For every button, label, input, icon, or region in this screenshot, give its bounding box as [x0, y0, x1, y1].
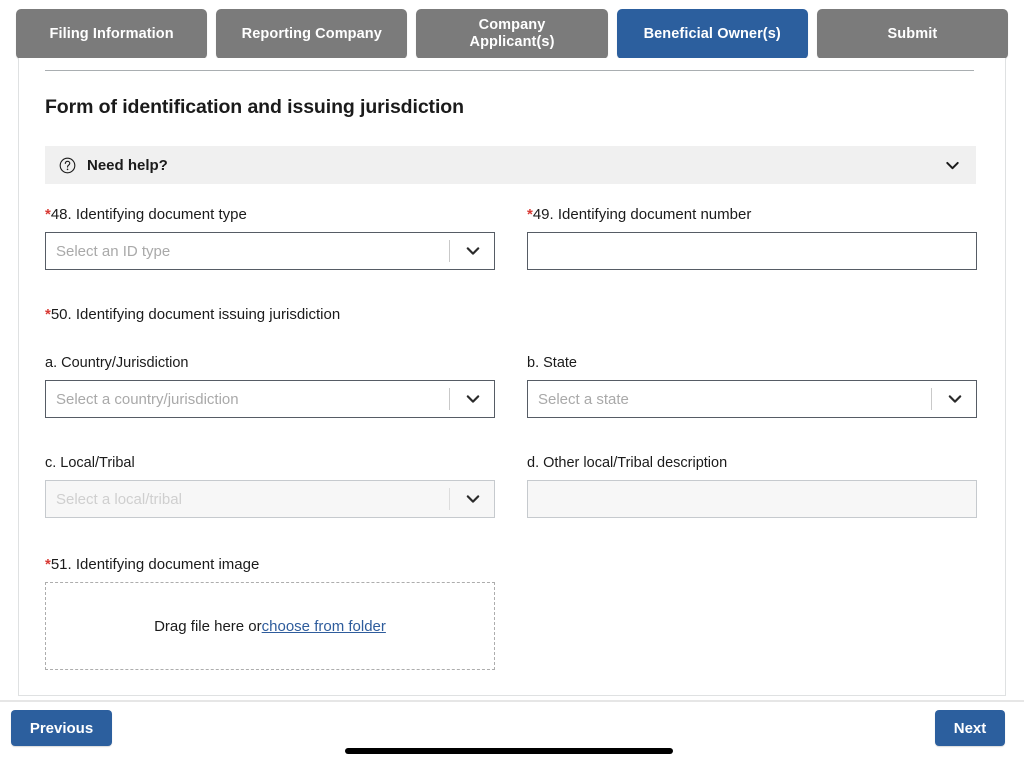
chevron-down-icon [463, 241, 483, 261]
select-state[interactable]: Select a state [527, 380, 977, 418]
tab-company-applicants[interactable]: Company Applicant(s) [416, 9, 608, 59]
chevron-down-icon [463, 389, 483, 409]
select-separator [931, 388, 932, 410]
label-text: 48. Identifying document type [50, 206, 247, 223]
file-dropzone[interactable]: Drag file here or choose from folder [45, 582, 495, 670]
chevron-down-icon [945, 389, 965, 409]
select-placeholder: Select a local/tribal [56, 490, 182, 508]
label-local-tribal: c. Local/Tribal [45, 455, 135, 471]
select-placeholder: Select an ID type [56, 242, 171, 260]
chevron-down-icon[interactable] [943, 156, 962, 175]
field-identifying-document-number: *49. Identifying document number [527, 206, 977, 270]
select-placeholder: Select a country/jurisdiction [56, 390, 239, 408]
label-identifying-document-number: *49. Identifying document number [527, 206, 977, 223]
home-indicator [345, 748, 673, 754]
previous-button[interactable]: Previous [11, 710, 112, 746]
tab-beneficial-owners[interactable]: Beneficial Owner(s) [616, 9, 808, 59]
label-country-jurisdiction: a. Country/Jurisdiction [45, 355, 189, 371]
select-separator [449, 240, 450, 262]
next-button[interactable]: Next [935, 710, 1005, 746]
label-issuing-jurisdiction: *50. Identifying document issuing jurisd… [45, 306, 340, 323]
chevron-down-icon [463, 489, 483, 509]
need-help-label: Need help? [87, 156, 168, 174]
group-label-issuing-jurisdiction: *50. Identifying document issuing jurisd… [45, 306, 340, 332]
question-circle-icon [59, 157, 76, 174]
label-identifying-document-image: *51. Identifying document image [45, 556, 495, 573]
select-placeholder: Select a state [538, 390, 629, 408]
field-country-jurisdiction: a. Country/Jurisdiction Select a country… [45, 355, 495, 418]
choose-from-folder-link[interactable]: choose from folder [262, 618, 386, 635]
select-separator [449, 388, 450, 410]
field-local-tribal: c. Local/Tribal Select a local/tribal [45, 455, 495, 518]
label-identifying-document-type: *48. Identifying document type [45, 206, 495, 223]
label-text: 50. Identifying document issuing jurisdi… [50, 306, 341, 323]
label-text: 49. Identifying document number [532, 206, 752, 223]
field-identifying-document-type: *48. Identifying document type Select an… [45, 206, 495, 270]
select-local-tribal[interactable]: Select a local/tribal [45, 480, 495, 518]
tab-reporting-company[interactable]: Reporting Company [216, 9, 408, 59]
tab-filing-information[interactable]: Filing Information [16, 9, 208, 59]
form-card: Form of identification and issuing juris… [18, 58, 1006, 696]
section-divider [45, 70, 974, 71]
footer-divider [0, 700, 1024, 702]
select-country-jurisdiction[interactable]: Select a country/jurisdiction [45, 380, 495, 418]
select-identifying-document-type[interactable]: Select an ID type [45, 232, 495, 270]
label-text: 51. Identifying document image [50, 556, 260, 573]
dropzone-text: Drag file here or [154, 617, 262, 635]
label-other-local-tribal-description: d. Other local/Tribal description [527, 455, 728, 471]
field-state: b. State Select a state [527, 355, 977, 418]
tab-submit[interactable]: Submit [816, 9, 1009, 59]
need-help-accordion[interactable]: Need help? [45, 146, 976, 184]
section-title: Form of identification and issuing juris… [45, 96, 464, 118]
field-identifying-document-image: *51. Identifying document image Drag fil… [45, 556, 495, 670]
field-other-local-tribal-description: d. Other local/Tribal description [527, 455, 977, 518]
label-state: b. State [527, 355, 577, 371]
select-separator [449, 488, 450, 510]
input-other-local-tribal-description[interactable] [527, 480, 977, 518]
input-identifying-document-number[interactable] [527, 232, 977, 270]
